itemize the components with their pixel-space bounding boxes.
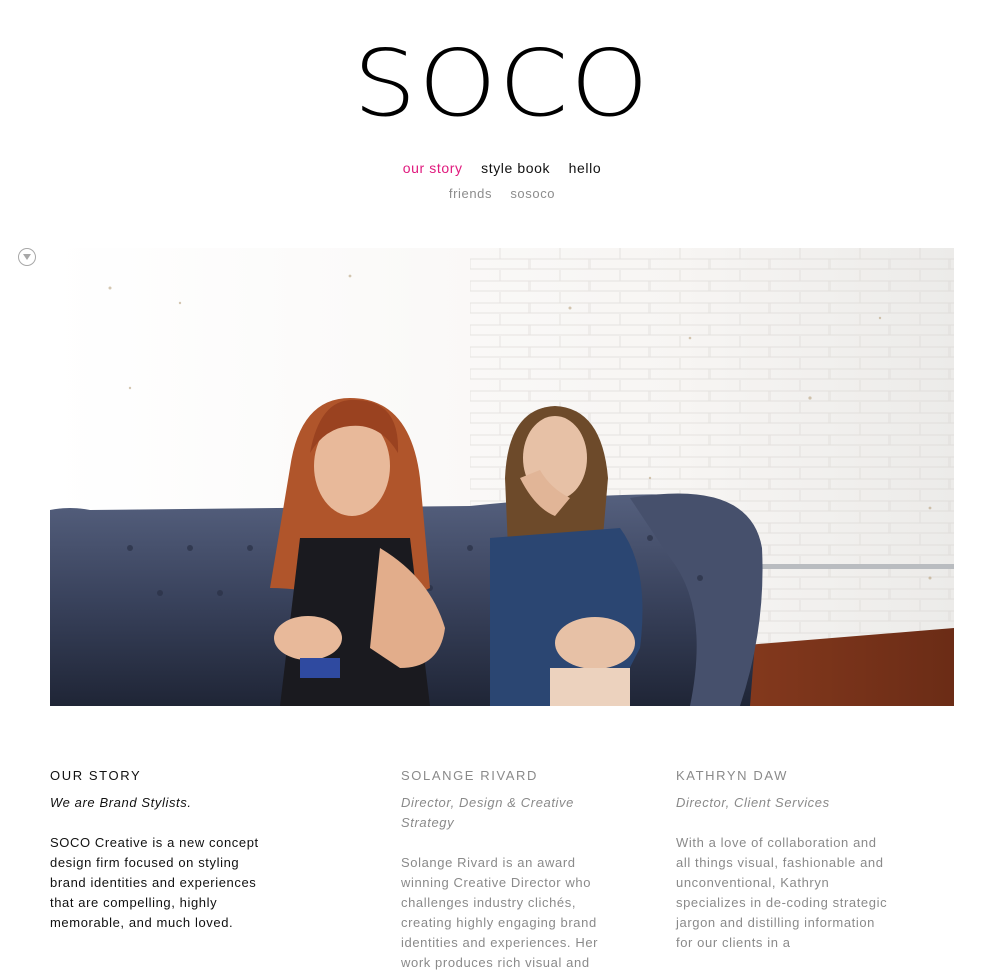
nav-friends[interactable]: friends bbox=[449, 186, 492, 201]
our-story-subtitle: We are Brand Stylists. bbox=[50, 795, 192, 810]
site-logo[interactable]: SOCO bbox=[0, 38, 1004, 130]
solange-heading: SOLANGE RIVARD bbox=[401, 768, 539, 783]
nav-our-story[interactable]: our story bbox=[403, 160, 463, 176]
nav-style-book[interactable]: style book bbox=[481, 160, 550, 176]
column-our-story: OUR STORY We are Brand Stylists. SOCO Cr… bbox=[50, 768, 266, 933]
solange-body: Solange Rivard is an award winning Creat… bbox=[401, 855, 599, 970]
column-solange-rivard: SOLANGE RIVARD Director, Design & Creati… bbox=[401, 768, 621, 973]
solange-subtitle: Director, Design & Creative Strategy bbox=[401, 795, 574, 830]
kathryn-body: With a love of collaboration and all thi… bbox=[676, 835, 888, 950]
nav-hello[interactable]: hello bbox=[569, 160, 602, 176]
kathryn-subtitle: Director, Client Services bbox=[676, 795, 830, 810]
hero-photo bbox=[50, 248, 954, 706]
page: SOCO our story style book hello friends … bbox=[0, 0, 1004, 974]
our-story-heading: OUR STORY bbox=[50, 768, 142, 783]
nav-sosoco[interactable]: sosoco bbox=[510, 186, 555, 201]
primary-nav: our story style book hello bbox=[0, 160, 1004, 176]
secondary-nav: friends sosoco bbox=[0, 186, 1004, 201]
column-kathryn-daw: KATHRYN DAW Director, Client Services Wi… bbox=[676, 768, 888, 953]
kathryn-heading: KATHRYN DAW bbox=[676, 768, 788, 783]
hero-photo-illustration bbox=[50, 248, 954, 706]
chevron-down-circle-icon[interactable] bbox=[18, 248, 36, 266]
our-story-body: SOCO Creative is a new concept design fi… bbox=[50, 835, 259, 930]
